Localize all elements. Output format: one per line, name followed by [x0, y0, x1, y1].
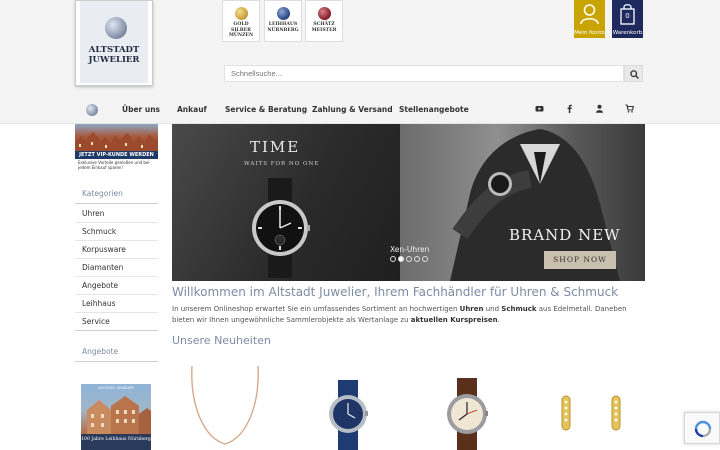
divider	[75, 312, 158, 313]
sidebar-item-angebote[interactable]: Angebote	[82, 281, 118, 290]
old-town-image	[75, 132, 158, 152]
logo-line-2: JUWELIER	[88, 55, 140, 65]
user-icon[interactable]	[593, 104, 605, 116]
divider	[75, 240, 158, 241]
book-promo[interactable]: ALTSTADT JUWELIER 100 Jahre Leihhaus Nür…	[81, 384, 151, 450]
slider-dot[interactable]	[422, 256, 428, 262]
townhouse-image	[87, 396, 151, 436]
slider-dot[interactable]	[414, 256, 420, 262]
nav-item-stellenangebote[interactable]: Stellenangebote	[399, 105, 469, 114]
cart-label: Warenkorb	[612, 30, 643, 36]
divider	[75, 330, 158, 331]
gold-coin-icon	[234, 7, 248, 20]
slider-dot[interactable]	[390, 256, 396, 262]
cart-button[interactable]: 0 Warenkorb	[612, 0, 643, 38]
slide-caption: Xen-Uhren	[390, 245, 430, 254]
product-earrings-image[interactable]	[552, 366, 632, 450]
slider-dot[interactable]	[398, 256, 404, 262]
divider	[75, 203, 158, 204]
nav-item-ueber-uns[interactable]: Über uns	[122, 105, 160, 114]
intro-strong-uhren: Uhren	[459, 305, 484, 313]
sidebar-item-schmuck[interactable]: Schmuck	[82, 227, 116, 236]
nav-item-service-beratung[interactable]: Service & Beratung	[225, 105, 307, 114]
offers-heading: Angebote	[82, 347, 119, 356]
badge-schaetzmeister[interactable]: SCHÄTZ MEISTER	[305, 0, 343, 42]
slide-subtitle: WAITS FOR NO ONE	[244, 161, 320, 167]
nav-item-zahlung-versand[interactable]: Zahlung & Versand	[312, 105, 393, 114]
logo-globe-icon	[105, 17, 127, 39]
vip-photo	[75, 124, 158, 152]
sidebar-item-service[interactable]: Service	[82, 317, 110, 326]
home-icon[interactable]	[86, 104, 98, 116]
search-icon	[630, 70, 639, 79]
badge-leihhaus[interactable]: LEIHHAUS NÜRNBERG	[264, 0, 302, 42]
search-button[interactable]	[624, 65, 643, 82]
vip-banner[interactable]: JETZT VIP-KUNDE WERDEN Exklusive Vorteil…	[75, 124, 158, 172]
badge-label: GOLD SILBER MÜNZEN	[228, 22, 254, 38]
schaetz-coin-icon	[317, 7, 331, 20]
divider	[75, 276, 158, 277]
badge-label: LEIHHAUS NÜRNBERG	[267, 22, 299, 33]
badge-label: SCHÄTZ MEISTER	[311, 22, 337, 33]
sidebar-item-korpusware[interactable]: Korpusware	[82, 245, 126, 254]
sidebar-item-diamanten[interactable]: Diamanten	[82, 263, 123, 272]
slide-title-brand-new: BRAND NEW	[509, 226, 621, 244]
recaptcha-icon	[694, 420, 712, 438]
slide-title-time: TIME	[250, 138, 301, 156]
intro-strong-schmuck: Schmuck	[501, 305, 537, 313]
divider	[75, 222, 158, 223]
recaptcha-badge[interactable]	[684, 412, 720, 444]
logo[interactable]: ALTSTADT JUWELIER	[75, 0, 153, 86]
cart-icon[interactable]	[623, 104, 635, 116]
hero-slider[interactable]: TIME WAITS FOR NO ONE BRAND NEW SHOP NOW…	[172, 124, 645, 281]
sidebar-item-leihhaus[interactable]: Leihhaus	[82, 299, 116, 308]
intro-part: .	[497, 316, 500, 324]
search-input[interactable]	[224, 65, 624, 82]
intro-part: In unserem Onlineshop erwartet Sie ein u…	[172, 305, 460, 313]
divider	[75, 361, 158, 362]
slide-left-panel: TIME WAITS FOR NO ONE	[172, 124, 400, 281]
sidebar-item-uhren[interactable]: Uhren	[82, 209, 105, 218]
product-necklace-image[interactable]	[186, 366, 264, 450]
logo-line-1: ALTSTADT	[88, 45, 140, 55]
divider	[75, 258, 158, 259]
shop-now-button[interactable]: SHOP NOW	[544, 251, 616, 269]
product-brown-watch-image[interactable]	[437, 366, 497, 450]
slider-dot[interactable]	[406, 256, 412, 262]
intro-part: und	[483, 305, 502, 313]
page-title: Willkommen im Altstadt Juwelier, Ihrem F…	[172, 285, 619, 299]
account-button[interactable]: Mein Konto	[574, 0, 605, 38]
categories-heading: Kategorien	[82, 189, 123, 198]
account-label: Mein Konto	[574, 30, 605, 36]
leihhaus-coin-icon	[276, 7, 290, 20]
youtube-icon[interactable]	[533, 104, 545, 116]
page: ALTSTADT JUWELIER GOLD SILBER MÜNZEN LEIH…	[0, 0, 720, 450]
logo-plate: ALTSTADT JUWELIER	[80, 1, 148, 83]
intro-text: In unserem Onlineshop erwartet Sie ein u…	[172, 304, 646, 326]
badge-gold-silber[interactable]: GOLD SILBER MÜNZEN	[222, 0, 260, 42]
user-icon	[580, 4, 599, 25]
vip-banner-text: Exklusive Vorteile genießen und bei jede…	[78, 160, 150, 170]
new-products-heading: Unsere Neuheiten	[172, 334, 271, 347]
book-title: ALTSTADT JUWELIER	[98, 386, 134, 390]
nav-item-ankauf[interactable]: Ankauf	[177, 105, 207, 114]
vip-banner-title: JETZT VIP-KUNDE WERDEN	[75, 151, 158, 159]
product-blue-watch-image[interactable]	[318, 366, 378, 450]
facebook-icon[interactable]	[563, 104, 575, 116]
intro-strong-kurspreise: aktuellen Kurspreisen	[410, 316, 498, 324]
logo-text: ALTSTADT JUWELIER	[80, 45, 148, 65]
cart-count: 0	[625, 12, 630, 20]
watch-image	[252, 178, 310, 278]
divider	[75, 294, 158, 295]
book-footer: 100 Jahre Leihhaus Nürnberg	[81, 434, 151, 450]
